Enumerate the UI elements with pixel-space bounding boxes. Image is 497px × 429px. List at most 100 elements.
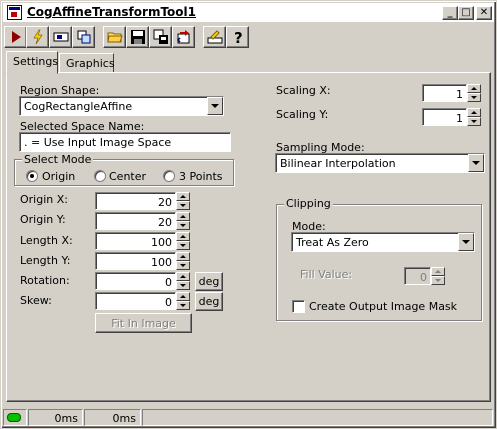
region-shape-select[interactable]: CogRectangleAffine (19, 96, 224, 116)
svg-text:?: ? (234, 29, 243, 45)
scaling-y-spinner[interactable] (467, 108, 481, 126)
tab-graphics[interactable]: Graphics (59, 53, 115, 73)
rotation-unit-label: deg (198, 275, 220, 288)
settings-button[interactable] (203, 26, 226, 48)
spin-up-icon[interactable] (176, 292, 190, 301)
spin-down-icon[interactable] (431, 276, 445, 285)
origin-y-spinner[interactable] (176, 212, 190, 230)
fill-value-input[interactable]: 0 (404, 267, 431, 285)
length-x-input[interactable]: 100 (95, 232, 176, 250)
length-x-spinner[interactable] (176, 232, 190, 250)
length-y-value: 100 (151, 256, 172, 269)
spin-up-icon[interactable] (467, 108, 481, 117)
spin-down-icon[interactable] (467, 93, 481, 102)
spin-up-icon[interactable] (176, 272, 190, 281)
selected-space-input[interactable]: . = Use Input Image Space (19, 132, 231, 152)
status-time-2: 0ms (84, 409, 141, 426)
origin-y-label: Origin Y: (20, 213, 66, 226)
scaling-x-spinner[interactable] (467, 84, 481, 102)
clipping-mode-select[interactable]: Treat As Zero (291, 232, 475, 252)
status-message (142, 409, 493, 426)
status-light-icon (7, 413, 21, 422)
spin-down-icon[interactable] (176, 201, 190, 210)
electric-button[interactable] (26, 26, 49, 48)
create-mask-checkbox[interactable] (292, 300, 305, 313)
reset-button[interactable] (172, 26, 195, 48)
chevron-down-icon[interactable] (468, 154, 484, 172)
spin-up-icon[interactable] (431, 267, 445, 276)
spin-up-icon[interactable] (176, 212, 190, 221)
minimize-button[interactable]: _ (442, 6, 458, 20)
save-icon (131, 30, 145, 44)
help-button[interactable]: ? (226, 26, 249, 48)
radio-origin[interactable] (26, 170, 38, 182)
skew-label: Skew: (20, 294, 52, 307)
spin-down-icon[interactable] (176, 281, 190, 290)
create-mask-label: Create Output Image Mask (309, 300, 458, 313)
origin-x-spinner[interactable] (176, 192, 190, 210)
spin-up-icon[interactable] (176, 232, 190, 241)
properties-button[interactable] (149, 26, 172, 48)
rotation-spinner[interactable] (176, 272, 190, 290)
reset-icon (176, 30, 190, 44)
sampling-mode-value: Bilinear Interpolation (280, 157, 396, 170)
maximize-button[interactable]: □ (458, 6, 474, 20)
tab-graphics-label: Graphics (66, 57, 115, 70)
window-title: CogAffineTransformTool1 (27, 5, 196, 19)
chevron-down-icon[interactable] (458, 233, 474, 251)
radio-3-points-label: 3 Points (179, 170, 223, 183)
open-button[interactable] (103, 26, 126, 48)
fill-value-value: 0 (420, 271, 427, 284)
radio-3-points[interactable] (163, 170, 175, 182)
radio-center[interactable] (94, 170, 106, 182)
close-button[interactable]: ✕ (476, 6, 492, 20)
settings-icon (207, 30, 223, 44)
scaling-y-input[interactable]: 1 (422, 108, 467, 126)
origin-x-input[interactable]: 20 (95, 192, 176, 210)
skew-unit-button[interactable]: deg (195, 292, 223, 311)
length-y-input[interactable]: 100 (95, 252, 176, 270)
radio-origin-label: Origin (42, 170, 76, 183)
spin-down-icon[interactable] (176, 221, 190, 230)
close-icon: ✕ (479, 7, 489, 18)
radio-center-label: Center (109, 170, 147, 183)
fit-in-image-label: Fit In Image (111, 317, 176, 330)
spin-down-icon[interactable] (176, 261, 190, 270)
status-indicator-cell (3, 409, 27, 426)
origin-x-value: 20 (158, 196, 172, 209)
spin-down-icon[interactable] (176, 241, 190, 250)
skew-spinner[interactable] (176, 292, 190, 310)
image-display-icon (53, 32, 69, 42)
origin-y-input[interactable]: 20 (95, 212, 176, 230)
spin-up-icon[interactable] (176, 192, 190, 201)
sampling-mode-select[interactable]: Bilinear Interpolation (275, 153, 485, 173)
origin-x-label: Origin X: (20, 193, 68, 206)
spin-up-icon[interactable] (176, 252, 190, 261)
scaling-y-value: 1 (456, 112, 463, 125)
run-button[interactable] (4, 26, 27, 48)
spin-up-icon[interactable] (467, 84, 481, 93)
open-folder-icon (107, 32, 123, 43)
selected-space-value: . = Use Input Image Space (24, 136, 172, 149)
title-bar: CogAffineTransformTool1 _ □ ✕ (3, 3, 494, 22)
skew-input[interactable]: 0 (95, 292, 176, 310)
spin-down-icon[interactable] (176, 301, 190, 310)
rotation-input[interactable]: 0 (95, 272, 176, 290)
scaling-x-label: Scaling X: (276, 84, 331, 97)
rotation-value: 0 (165, 276, 172, 289)
minimize-icon: _ (447, 7, 453, 18)
fit-in-image-button[interactable]: Fit In Image (95, 313, 192, 333)
help-icon: ? (234, 29, 243, 45)
scaling-x-input[interactable]: 1 (422, 84, 467, 102)
length-y-spinner[interactable] (176, 252, 190, 270)
region-button[interactable] (72, 26, 95, 48)
region-shape-value: CogRectangleAffine (24, 100, 133, 113)
tab-settings[interactable]: Settings (6, 51, 58, 74)
image-display-button[interactable] (49, 26, 72, 48)
fill-value-spinner[interactable] (431, 267, 445, 285)
clipping-label: Clipping (284, 197, 333, 210)
chevron-down-icon[interactable] (207, 97, 223, 115)
rotation-unit-button[interactable]: deg (195, 272, 223, 291)
spin-down-icon[interactable] (467, 117, 481, 126)
save-button[interactable] (126, 26, 149, 48)
